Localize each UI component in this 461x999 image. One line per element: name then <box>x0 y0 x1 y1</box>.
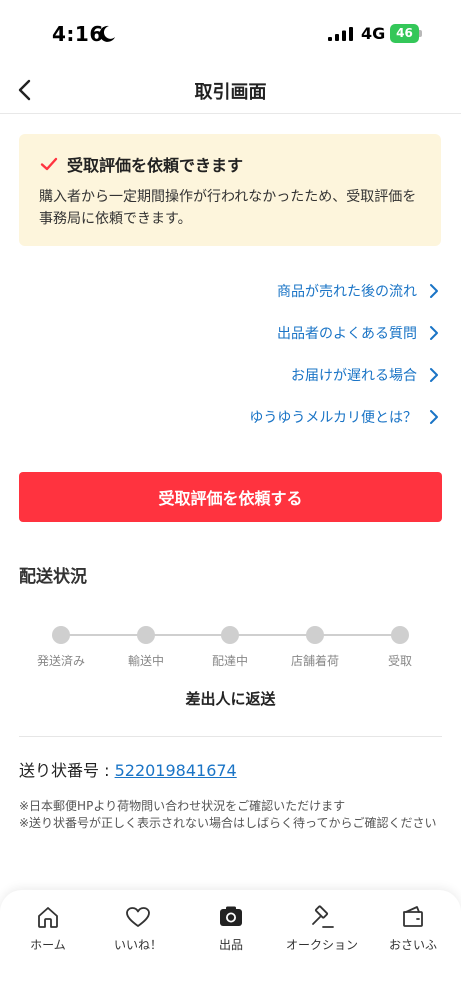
chevron-right-icon <box>430 368 438 382</box>
gavel-icon <box>312 905 334 928</box>
battery-icon: 46 <box>390 24 422 43</box>
tracking-notes: ※日本郵便HPより荷物問い合わせ状況をご確認いただけます ※送り状番号が正しく表… <box>19 798 439 832</box>
moon-icon <box>99 25 115 42</box>
tab-label: いいね！ <box>113 938 162 952</box>
step-in-transit-label: 輸送中 <box>127 654 164 668</box>
tab-wallet[interactable]: おさいふ <box>367 904 459 964</box>
tab-sell[interactable]: 出品 <box>185 904 277 964</box>
link-label[interactable]: 出品者のよくある質問 <box>277 323 417 343</box>
notice-title: 受取評価を依頼できます <box>67 156 244 175</box>
link-label[interactable]: お届けが遅れる場合 <box>291 365 417 385</box>
status-time: 4:16 <box>52 22 104 46</box>
network-type: 4G <box>361 24 386 43</box>
notice-box: 受取評価を依頼できます 購入者から一定期間操作が行われなかったため、受取評価を事… <box>19 134 441 246</box>
tab-label: 出品 <box>218 938 243 952</box>
chevron-right-icon <box>430 326 438 340</box>
link-seller-faq[interactable]: 出品者のよくある質問 <box>0 312 461 354</box>
shipping-status-text: 差出人に返送 <box>185 690 276 708</box>
chevron-right-icon <box>430 284 438 298</box>
camera-icon <box>220 906 242 926</box>
tracking-row: 送り状番号 : 522019841674 <box>19 757 237 781</box>
tracking-label: 送り状番号 : <box>19 761 115 780</box>
progress-dot <box>306 626 324 644</box>
tab-auction[interactable]: オークション <box>276 904 368 964</box>
heart-icon <box>126 907 150 927</box>
progress-dot <box>221 626 239 644</box>
tab-likes[interactable]: いいね！ <box>92 904 184 964</box>
progress-dot <box>391 626 409 644</box>
bottom-tab-bar: ホーム いいね！ 出品 オークション おさいふ <box>0 890 461 999</box>
shipping-progress: 発送済み 輸送中 配達中 店舗着荷 受取 <box>0 620 461 670</box>
page-title: 取引画面 <box>194 82 267 103</box>
link-yuyu-mercari-bin[interactable]: ゆうゆうメルカリ便とは？ <box>0 396 461 438</box>
step-arrived-at-store-label: 店舗着荷 <box>290 654 339 668</box>
status-bar: 4:16 4G 46 <box>0 0 461 70</box>
step-received-label: 受取 <box>387 654 412 668</box>
check-icon <box>40 157 58 171</box>
battery-level: 46 <box>390 24 419 43</box>
divider <box>19 736 442 737</box>
step-out-for-delivery-label: 配達中 <box>211 654 248 668</box>
nav-bar: 取引画面 <box>0 70 461 114</box>
note-text: ※送り状番号が正しく表示されない場合はしばらく待ってからご確認ください <box>19 816 437 830</box>
notice-body: 購入者から一定期間操作が行われなかったため、受取評価を事務局に依頼できます。 <box>39 189 417 227</box>
tracking-number-link[interactable]: 522019841674 <box>115 761 237 780</box>
step-shipped-label: 発送済み <box>36 654 85 668</box>
note-text: ※日本郵便HPより荷物問い合わせ状況をご確認いただけます <box>19 799 346 813</box>
link-label[interactable]: ゆうゆうメルカリ便とは？ <box>249 407 417 427</box>
help-links: 商品が売れた後の流れ 出品者のよくある質問 お届けが遅れる場合 ゆうゆうメルカリ… <box>0 270 461 438</box>
tab-label: おさいふ <box>388 938 437 952</box>
wallet-icon <box>403 906 423 927</box>
tab-label: ホーム <box>30 938 66 952</box>
link-after-sale-flow[interactable]: 商品が売れた後の流れ <box>0 270 461 312</box>
progress-dot <box>52 626 70 644</box>
shipping-status-title: 配送状況 <box>19 567 87 587</box>
tab-home[interactable]: ホーム <box>2 904 94 964</box>
tab-label: オークション <box>285 938 358 952</box>
link-label[interactable]: 商品が売れた後の流れ <box>277 281 417 301</box>
progress-dot <box>137 626 155 644</box>
request-receipt-evaluation-button[interactable]: 受取評価を依頼する <box>19 472 442 522</box>
chevron-right-icon <box>430 410 438 424</box>
signal-icon <box>328 27 353 41</box>
home-icon <box>38 907 58 928</box>
link-delivery-delay[interactable]: お届けが遅れる場合 <box>0 354 461 396</box>
